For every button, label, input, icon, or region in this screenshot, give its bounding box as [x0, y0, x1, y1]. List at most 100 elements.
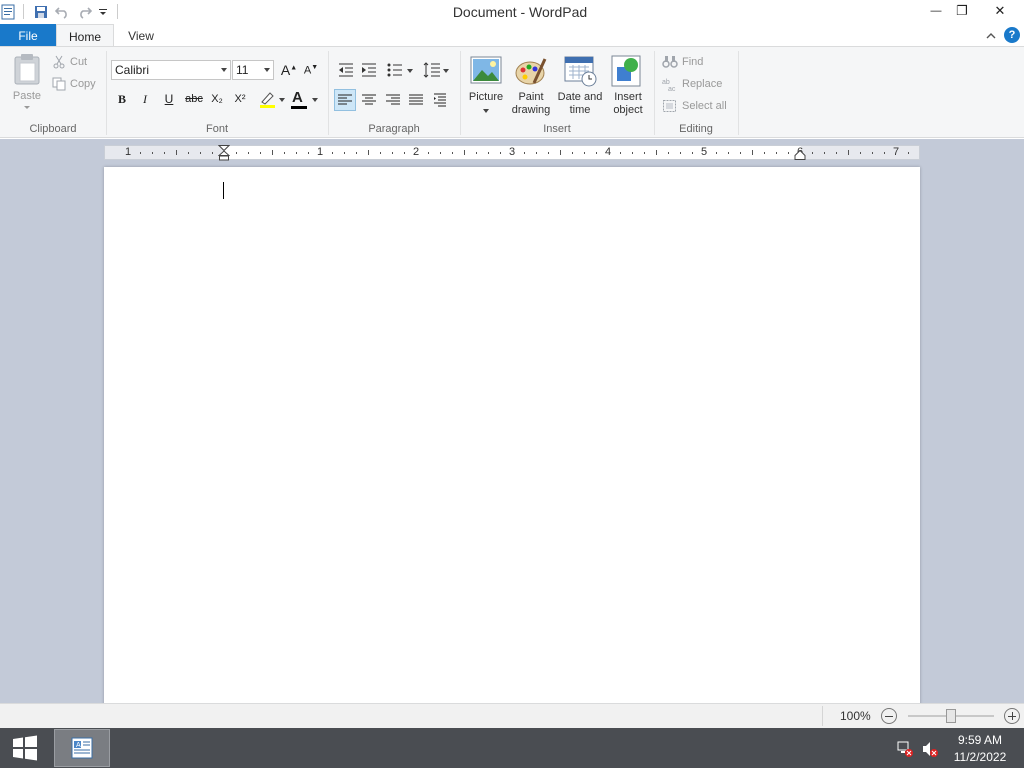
cut-label: Cut: [70, 56, 88, 68]
ruler-tick: [536, 152, 537, 154]
ruler-tick: [620, 152, 621, 154]
ruler-tick: [368, 150, 369, 155]
paste-button[interactable]: Paste: [10, 53, 44, 109]
copy-label: Copy: [70, 78, 96, 90]
ruler-tick: [728, 152, 729, 154]
align-right-button[interactable]: [383, 90, 403, 110]
ruler-tick: [824, 152, 825, 154]
tab-file[interactable]: File: [0, 24, 56, 47]
taskbar-wordpad-button[interactable]: A: [54, 729, 110, 767]
tab-view[interactable]: View: [124, 24, 158, 47]
right-indent-marker[interactable]: [794, 150, 806, 160]
zoom-slider-thumb[interactable]: [946, 709, 956, 723]
restore-icon: ❐: [956, 3, 968, 18]
increase-indent-button[interactable]: [359, 60, 379, 80]
decrease-indent-button[interactable]: [336, 60, 356, 80]
chevron-down-icon: [443, 69, 449, 73]
copy-icon: [52, 77, 66, 91]
network-icon[interactable]: [896, 740, 914, 758]
clock-time[interactable]: 9:59 AM: [944, 733, 1016, 747]
date-time-button[interactable]: Date and time: [555, 53, 605, 119]
ruler-tick: [740, 152, 741, 154]
restore-button[interactable]: ❐: [944, 0, 980, 22]
ruler-tick: [176, 150, 177, 155]
select-all-button[interactable]: Select all: [662, 98, 727, 114]
paragraph-settings-button[interactable]: [430, 90, 450, 110]
zoom-out-button[interactable]: [881, 708, 897, 724]
subscript-button[interactable]: X₂: [207, 89, 227, 109]
indent-markers-icon[interactable]: [218, 145, 230, 161]
line-spacing-button[interactable]: [421, 60, 451, 80]
help-icon[interactable]: ?: [1004, 27, 1020, 43]
shrink-font-button[interactable]: A▼: [301, 60, 321, 80]
bold-button[interactable]: B: [112, 89, 132, 109]
ruler-tick: [776, 152, 777, 154]
grow-font-icon: A▲: [280, 62, 298, 78]
ruler-tick: [284, 152, 285, 154]
picture-icon: [470, 56, 502, 84]
font-size-select[interactable]: 11: [232, 60, 274, 80]
ruler-tick: [716, 152, 717, 154]
document-area: 11234567: [0, 139, 1024, 703]
document-page[interactable]: [104, 167, 920, 703]
justify-button[interactable]: [406, 90, 426, 110]
ruler-tick: [584, 152, 585, 154]
bullet-list-button[interactable]: [385, 60, 415, 80]
font-color-icon: A: [292, 89, 303, 106]
ruler-tick: [860, 152, 861, 154]
minimize-ribbon-icon[interactable]: [983, 26, 999, 44]
strikethrough-button[interactable]: abc: [183, 89, 205, 109]
ruler-tick: [344, 152, 345, 154]
paint-drawing-button[interactable]: Paint drawing: [508, 53, 554, 119]
ruler-number: 4: [604, 146, 612, 158]
grow-font-button[interactable]: A▲: [279, 60, 299, 80]
clock-date[interactable]: 11/2/2022: [944, 750, 1016, 764]
calendar-clock-icon: [564, 56, 597, 87]
ruler-tick: [212, 152, 213, 154]
highlight-color-button[interactable]: [256, 89, 290, 109]
ruler-tick: [692, 152, 693, 154]
font-color-bar: [291, 106, 307, 109]
start-button[interactable]: [0, 728, 50, 768]
zoom-in-button[interactable]: [1004, 708, 1020, 724]
cut-button[interactable]: Cut: [52, 54, 87, 70]
superscript-button[interactable]: X²: [230, 89, 250, 109]
font-color-button[interactable]: A: [290, 89, 320, 109]
ruler[interactable]: 11234567: [104, 145, 920, 161]
minus-icon: [885, 715, 893, 717]
status-bar: 100%: [0, 703, 1024, 728]
insert-object-button[interactable]: Insert object: [606, 53, 650, 119]
align-left-icon: [338, 94, 352, 105]
align-left-button[interactable]: [334, 89, 356, 111]
decrease-indent-icon: [339, 63, 353, 77]
ruler-tick: [428, 152, 429, 154]
highlighter-icon: [260, 92, 275, 108]
ruler-tick: [500, 152, 501, 154]
window-title: Document - WordPad: [452, 4, 588, 20]
ruler-tick: [656, 150, 657, 155]
find-button[interactable]: Find: [662, 54, 703, 70]
underline-button[interactable]: U: [159, 89, 179, 109]
copy-button[interactable]: Copy: [52, 76, 96, 92]
replace-button[interactable]: ab ac Replace: [662, 76, 722, 92]
font-family-select[interactable]: Calibri: [111, 60, 231, 80]
ruler-tick: [596, 152, 597, 154]
italic-button[interactable]: I: [135, 89, 155, 109]
ruler-tick: [356, 152, 357, 154]
paragraph-icon: [434, 93, 446, 107]
close-button[interactable]: ✕: [980, 0, 1020, 22]
tab-home[interactable]: Home: [56, 24, 114, 48]
find-label: Find: [682, 56, 704, 68]
chevron-down-icon: [483, 109, 489, 113]
volume-muted-icon[interactable]: [921, 740, 939, 758]
select-all-label: Select all: [682, 100, 727, 112]
picture-button[interactable]: Picture: [465, 53, 507, 119]
ruler-number: 5: [700, 146, 708, 158]
insert-object-label: Insert object: [613, 91, 643, 116]
ruler-tick: [332, 152, 333, 154]
ruler-tick: [524, 152, 525, 154]
ruler-tick: [788, 152, 789, 154]
align-center-button[interactable]: [359, 90, 379, 110]
status-separator: [822, 706, 823, 726]
chevron-down-icon: [407, 69, 413, 73]
